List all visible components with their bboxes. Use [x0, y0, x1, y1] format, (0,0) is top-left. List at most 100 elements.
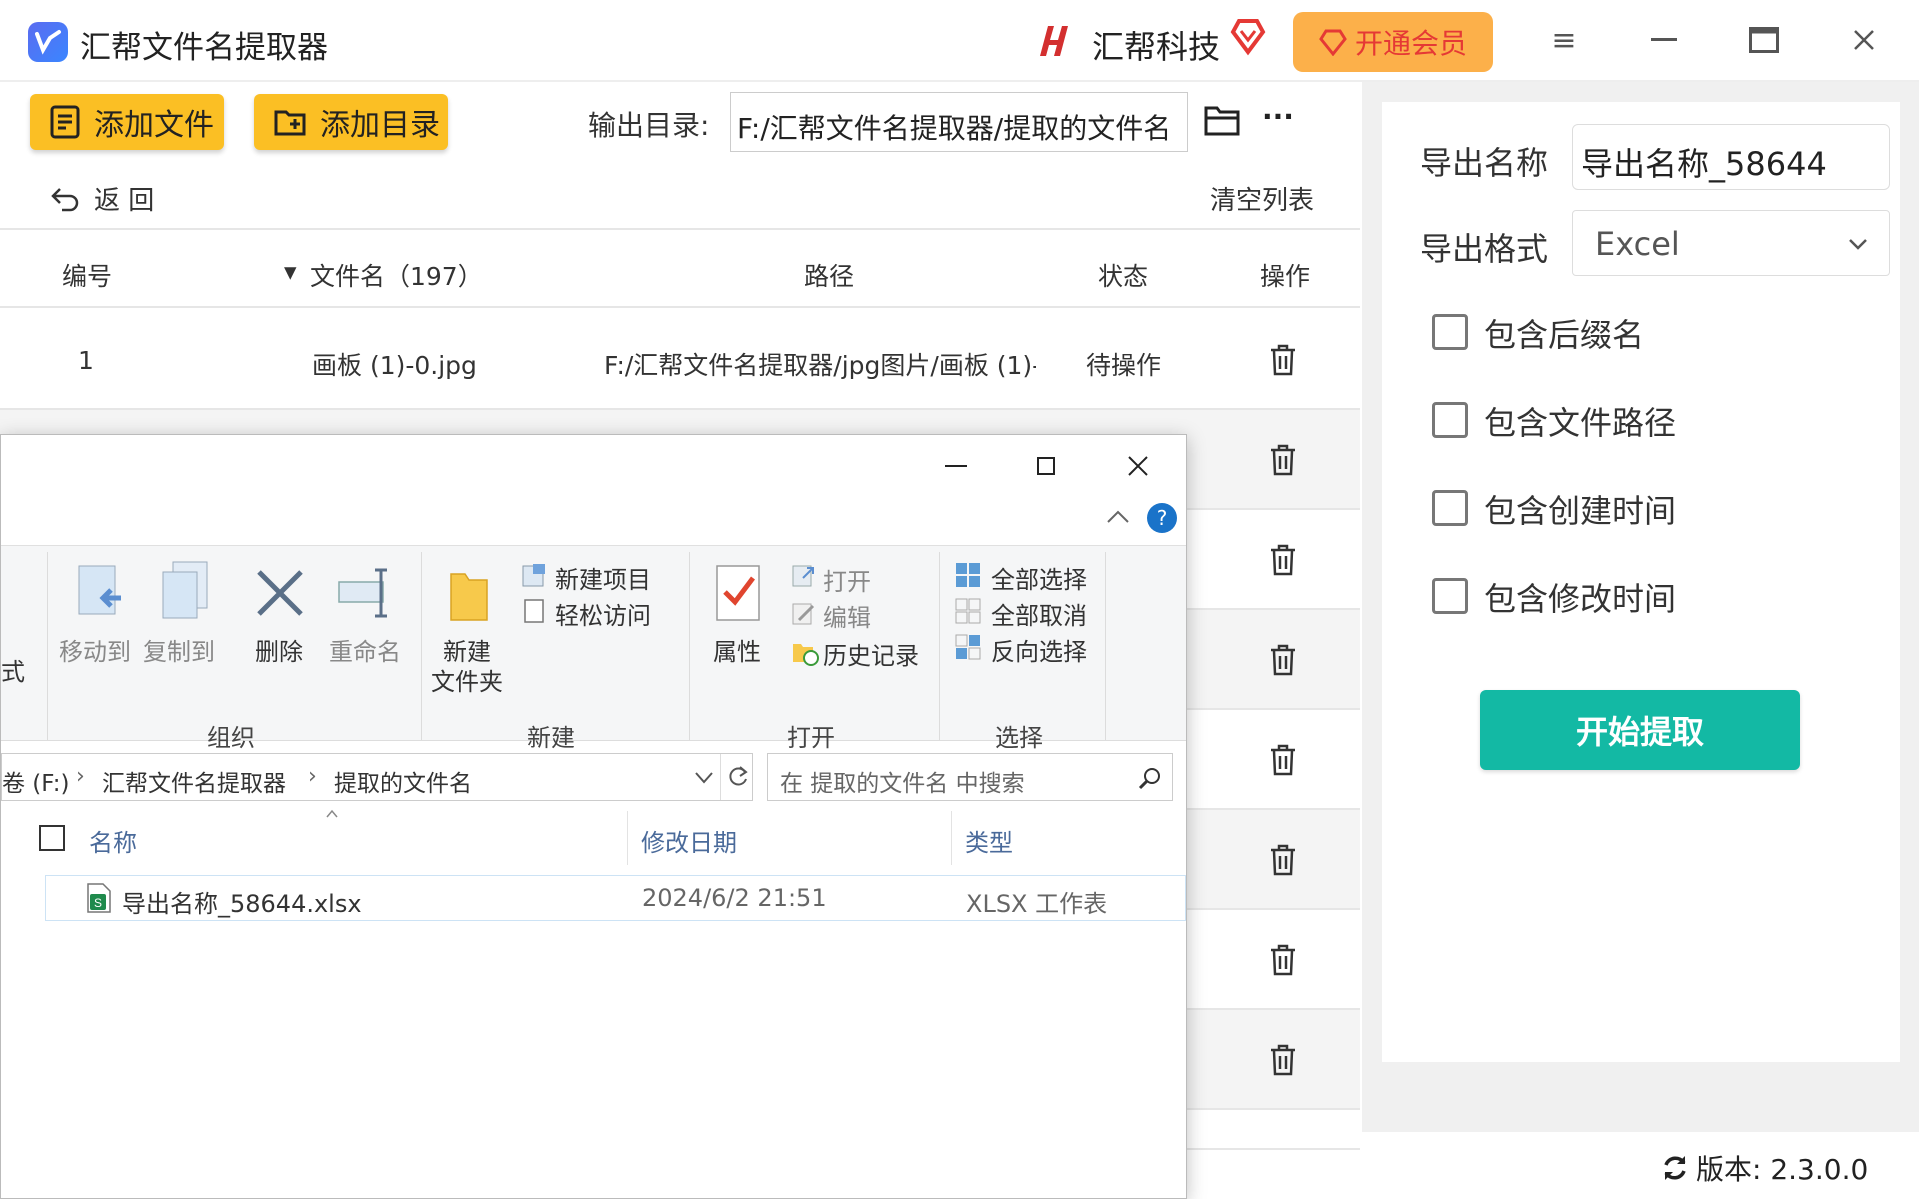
refresh-icon[interactable] [1660, 1153, 1690, 1183]
brand-logo-icon [1030, 18, 1076, 64]
row-status: 待操作 [1086, 351, 1162, 380]
easy-access-icon [521, 598, 547, 628]
output-directory-input[interactable]: F:/汇帮文件名提取器/提取的文件名 [730, 92, 1188, 152]
file-list-item[interactable]: S 导出名称_58644.xlsx 2024/6/2 21:51 XLSX 工作… [45, 875, 1186, 921]
delete-row-icon[interactable] [1268, 443, 1298, 477]
properties-icon [715, 564, 761, 626]
table-header: 编号 ▾ 文件名（197） 路径 状态 操作 [0, 228, 1360, 308]
header-status: 状态 [1098, 262, 1149, 291]
delete-row-icon[interactable] [1268, 643, 1298, 677]
vip-button[interactable]: 开通会员 [1293, 12, 1493, 72]
header-path: 路径 [804, 262, 855, 291]
select-all-button[interactable]: 全部选择 [991, 560, 1087, 595]
menu-icon[interactable]: ≡ [1542, 18, 1586, 62]
row-filename: 画板 (1)-0.jpg [312, 351, 477, 380]
include-created-time-label: 包含创建时间 [1484, 492, 1677, 530]
minimize-button[interactable] [1642, 18, 1686, 62]
add-file-label: 添加文件 [94, 108, 214, 143]
open-icon [791, 562, 817, 592]
delete-button[interactable]: 删除 [255, 632, 303, 667]
breadcrumb-drive[interactable]: 卷 (F:) [2, 764, 69, 798]
copy-to-icon [159, 560, 215, 624]
select-none-button[interactable]: 全部取消 [991, 596, 1087, 631]
collapse-ribbon-icon[interactable] [1105, 507, 1131, 529]
column-modified[interactable]: 修改日期 [641, 823, 737, 858]
move-to-button[interactable]: 移动到 [59, 632, 131, 667]
invert-selection-button[interactable]: 反向选择 [991, 632, 1087, 667]
open-button[interactable]: 打开 [823, 562, 871, 597]
history-button[interactable]: 历史记录 [823, 636, 919, 671]
header-filename[interactable]: 文件名（197） [310, 257, 483, 293]
delete-row-icon[interactable] [1268, 343, 1298, 377]
breadcrumb-folder2[interactable]: 提取的文件名 [334, 764, 472, 798]
rename-button[interactable]: 重命名 [329, 632, 401, 667]
add-directory-label: 添加目录 [320, 108, 440, 143]
edit-icon [791, 600, 817, 630]
properties-button[interactable]: 属性 [713, 632, 761, 667]
export-format-label: 导出格式 [1420, 230, 1549, 268]
include-extension-checkbox[interactable] [1432, 314, 1468, 350]
include-extension-label: 包含后缀名 [1484, 316, 1645, 354]
include-modified-time-label: 包含修改时间 [1484, 580, 1677, 618]
new-group-label: 新建 [527, 724, 575, 752]
refresh-icon[interactable] [726, 765, 750, 789]
sort-up-icon [326, 809, 338, 818]
explorer-close-button[interactable] [1121, 449, 1155, 483]
breadcrumb-separator-icon: › [76, 764, 85, 789]
search-input[interactable]: 在 提取的文件名 中搜索 [767, 753, 1173, 801]
export-name-input[interactable]: 导出名称_58644 [1572, 124, 1890, 190]
folder-open-icon[interactable] [1204, 104, 1242, 142]
more-options-icon[interactable]: ··· [1262, 100, 1294, 133]
edit-button[interactable]: 编辑 [823, 598, 871, 633]
history-icon [791, 638, 819, 670]
close-button[interactable] [1842, 18, 1886, 62]
back-button[interactable]: 返 回 [50, 180, 154, 217]
help-icon[interactable]: ? [1147, 503, 1177, 533]
invert-selection-icon [955, 634, 981, 664]
chevron-down-icon[interactable] [694, 770, 714, 786]
copy-to-button[interactable]: 复制到 [143, 632, 215, 667]
header-action: 操作 [1260, 262, 1311, 291]
search-placeholder: 在 提取的文件名 中搜索 [780, 771, 1025, 797]
sort-desc-icon[interactable]: ▾ [284, 257, 297, 286]
back-arrow-icon [51, 187, 79, 211]
column-name[interactable]: 名称 [89, 823, 137, 858]
export-name-label: 导出名称 [1420, 144, 1549, 182]
heart-icon [1230, 16, 1266, 56]
start-extract-button[interactable]: 开始提取 [1480, 690, 1800, 770]
new-folder-label-2[interactable]: 文件夹 [431, 662, 503, 697]
title-bar: 汇帮文件名提取器 汇帮科技 开通会员 ≡ [0, 0, 1919, 82]
open-group-label: 打开 [787, 724, 835, 752]
select-all-checkbox[interactable] [39, 825, 65, 851]
ribbon: 式 移动到 复制到 删除 重命名 组织 新建 文件夹 新建项目 轻松访问 新建 … [1, 545, 1186, 752]
include-modified-time-checkbox[interactable] [1432, 578, 1468, 614]
delete-row-icon[interactable] [1268, 1043, 1298, 1077]
search-icon[interactable] [1138, 766, 1162, 790]
new-item-button[interactable]: 新建项目 [555, 560, 651, 595]
add-file-button[interactable]: 添加文件 [30, 94, 224, 150]
version-label: 版本: 2.3.0.0 [1696, 1153, 1869, 1186]
export-format-select[interactable]: Excel [1572, 210, 1890, 276]
excel-file-icon: S [87, 883, 111, 913]
delete-x-icon [255, 568, 305, 622]
delete-row-icon[interactable] [1268, 543, 1298, 577]
easy-access-button[interactable]: 轻松访问 [555, 596, 651, 631]
include-created-time-checkbox[interactable] [1432, 490, 1468, 526]
add-directory-button[interactable]: 添加目录 [254, 94, 448, 150]
maximize-button[interactable] [1742, 18, 1786, 62]
column-type[interactable]: 类型 [965, 823, 1013, 858]
address-bar[interactable]: 卷 (F:) › 汇帮文件名提取器 › 提取的文件名 [1, 753, 753, 801]
organize-group-label: 组织 [207, 724, 255, 752]
output-directory-label: 输出目录: [588, 109, 710, 142]
delete-row-icon[interactable] [1268, 743, 1298, 777]
delete-row-icon[interactable] [1268, 943, 1298, 977]
delete-row-icon[interactable] [1268, 843, 1298, 877]
app-logo-icon [28, 22, 68, 62]
include-path-checkbox[interactable] [1432, 402, 1468, 438]
app-title: 汇帮文件名提取器 [80, 30, 328, 66]
explorer-minimize-button[interactable] [939, 449, 973, 483]
breadcrumb-folder1[interactable]: 汇帮文件名提取器 [102, 764, 286, 798]
version-info: 版本: 2.3.0.0 [1660, 1148, 1868, 1188]
clear-list-button[interactable]: 清空列表 [1210, 180, 1314, 217]
explorer-maximize-button[interactable] [1029, 449, 1063, 483]
